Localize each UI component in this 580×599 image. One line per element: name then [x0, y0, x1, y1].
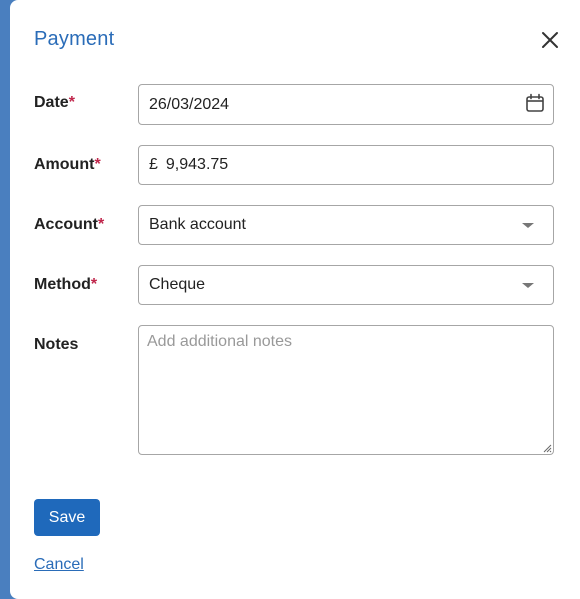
cancel-link[interactable]: Cancel: [34, 556, 84, 574]
notes-label: Notes: [34, 336, 79, 353]
save-button[interactable]: Save: [34, 499, 100, 536]
chevron-down-icon: [522, 223, 534, 228]
account-selected: Bank account: [149, 216, 246, 233]
date-label: Date*: [34, 94, 75, 111]
close-button[interactable]: [538, 28, 562, 52]
amount-field[interactable]: £ 9,943.75: [138, 145, 554, 185]
account-label: Account*: [34, 216, 105, 233]
notes-textarea[interactable]: Add additional notes: [138, 325, 554, 455]
date-field[interactable]: 26/03/2024: [138, 84, 554, 125]
method-label: Method*: [34, 276, 98, 293]
payment-dialog: Payment Date* 26/03/2024 Amount* £ 9,943…: [10, 0, 580, 599]
amount-label: Amount*: [34, 156, 101, 173]
calendar-icon[interactable]: [525, 93, 545, 113]
notes-placeholder: Add additional notes: [147, 333, 292, 350]
dialog-title: Payment: [34, 28, 115, 50]
account-select[interactable]: Bank account: [138, 205, 554, 245]
method-selected: Cheque: [149, 276, 206, 293]
date-value: 26/03/2024: [149, 95, 230, 113]
resize-handle-icon[interactable]: [542, 443, 552, 453]
chevron-down-icon: [522, 283, 534, 288]
method-select[interactable]: Cheque: [138, 265, 554, 305]
amount-value: 9,943.75: [165, 156, 229, 173]
close-icon: [542, 32, 558, 48]
currency-symbol: £: [149, 156, 158, 173]
